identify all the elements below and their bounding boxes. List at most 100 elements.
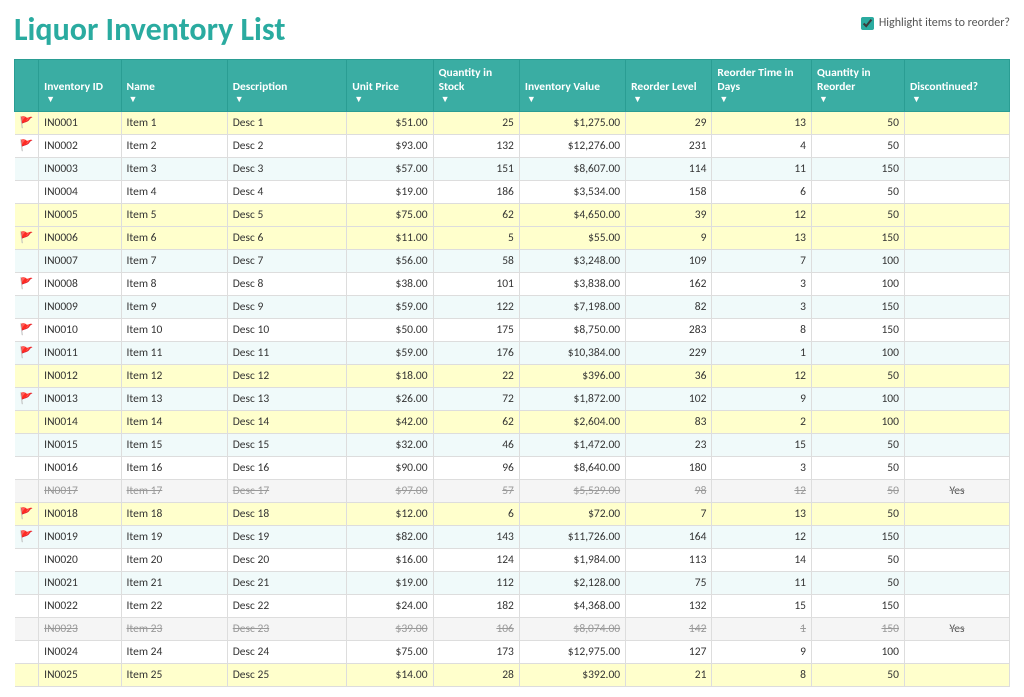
- table-cell: 3: [712, 296, 812, 319]
- table-cell: 100: [812, 342, 905, 365]
- table-cell: $1,872.00: [519, 388, 625, 411]
- th-name: Name ▼: [121, 60, 227, 112]
- table-cell: $57.00: [347, 158, 433, 181]
- inventory-table: Inventory ID ▼ Name ▼ Description ▼: [14, 59, 1010, 687]
- flag-cell: 🚩: [15, 526, 39, 549]
- table-cell: IN0005: [39, 204, 121, 227]
- th-unit-price: Unit Price ▼: [347, 60, 433, 112]
- table-cell: [904, 342, 1009, 365]
- filter-arrow-reorder-lvl[interactable]: ▼: [633, 94, 706, 105]
- table-cell: [904, 526, 1009, 549]
- table-cell: [904, 273, 1009, 296]
- table-cell: 158: [626, 181, 712, 204]
- table-cell: $75.00: [347, 204, 433, 227]
- flag-cell: [15, 595, 39, 618]
- table-row: IN0004Item 4Desc 4$19.00186$3,534.001586…: [15, 181, 1010, 204]
- table-row: IN0020Item 20Desc 20$16.00124$1,984.0011…: [15, 549, 1010, 572]
- table-row: IN0022Item 22Desc 22$24.00182$4,368.0013…: [15, 595, 1010, 618]
- flag-cell: 🚩: [15, 112, 39, 135]
- page-wrapper: Liquor Inventory List Highlight items to…: [0, 0, 1024, 697]
- table-cell: 50: [812, 457, 905, 480]
- table-cell: Item 11: [121, 342, 227, 365]
- table-cell: 12: [712, 365, 812, 388]
- table-row: 🚩IN0011Item 11Desc 11$59.00176$10,384.00…: [15, 342, 1010, 365]
- table-cell: [904, 388, 1009, 411]
- flag-cell: 🚩: [15, 273, 39, 296]
- table-cell: Item 15: [121, 434, 227, 457]
- flag-cell: [15, 158, 39, 181]
- table-cell: 150: [812, 526, 905, 549]
- flag-cell: [15, 641, 39, 664]
- filter-arrow-discontinued[interactable]: ▼: [912, 94, 1004, 105]
- table-cell: $50.00: [347, 319, 433, 342]
- filter-arrow-reorder-days[interactable]: ▼: [719, 94, 806, 105]
- th-qty-stock: Quantity in Stock ▼: [433, 60, 519, 112]
- table-cell: $75.00: [347, 641, 433, 664]
- table-cell: [904, 457, 1009, 480]
- table-cell: 50: [812, 572, 905, 595]
- table-cell: IN0018: [39, 503, 121, 526]
- table-cell: 13: [712, 112, 812, 135]
- table-cell: Desc 23: [227, 618, 347, 641]
- table-cell: 83: [626, 411, 712, 434]
- table-cell: 100: [812, 641, 905, 664]
- table-body: 🚩IN0001Item 1Desc 1$51.0025$1,275.002913…: [15, 112, 1010, 687]
- table-cell: 50: [812, 204, 905, 227]
- table-cell: 114: [626, 158, 712, 181]
- table-cell: 82: [626, 296, 712, 319]
- filter-arrow-qty-stock[interactable]: ▼: [441, 94, 514, 105]
- table-cell: 132: [626, 595, 712, 618]
- table-cell: $12,276.00: [519, 135, 625, 158]
- table-cell: Desc 24: [227, 641, 347, 664]
- table-cell: 3: [712, 273, 812, 296]
- table-cell: Item 10: [121, 319, 227, 342]
- table-cell: $39.00: [347, 618, 433, 641]
- table-row: IN0025Item 25Desc 25$14.0028$392.0021850: [15, 664, 1010, 687]
- flag-cell: 🚩: [15, 227, 39, 250]
- table-cell: 173: [433, 641, 519, 664]
- table-cell: 2: [712, 411, 812, 434]
- table-cell: Desc 1: [227, 112, 347, 135]
- table-cell: IN0024: [39, 641, 121, 664]
- highlight-label[interactable]: Highlight items to reorder?: [879, 16, 1010, 30]
- table-cell: 96: [433, 457, 519, 480]
- table-cell: 36: [626, 365, 712, 388]
- table-cell: IN0006: [39, 227, 121, 250]
- table-row: IN0023Item 23Desc 23$39.00106$8,074.0014…: [15, 618, 1010, 641]
- table-cell: 75: [626, 572, 712, 595]
- table-cell: 150: [812, 618, 905, 641]
- flag-cell: [15, 618, 39, 641]
- filter-arrow-id[interactable]: ▼: [46, 94, 115, 105]
- flag-icon: 🚩: [19, 323, 33, 336]
- filter-arrow-inv-value[interactable]: ▼: [527, 94, 620, 105]
- highlight-checkbox[interactable]: [861, 17, 874, 30]
- table-cell: Desc 2: [227, 135, 347, 158]
- table-cell: $90.00: [347, 457, 433, 480]
- table-cell: IN0009: [39, 296, 121, 319]
- table-cell: 28: [433, 664, 519, 687]
- table-cell: 12: [712, 204, 812, 227]
- table-cell: Desc 11: [227, 342, 347, 365]
- table-cell: 1: [712, 342, 812, 365]
- table-cell: $8,750.00: [519, 319, 625, 342]
- table-cell: $82.00: [347, 526, 433, 549]
- table-cell: IN0002: [39, 135, 121, 158]
- table-cell: 229: [626, 342, 712, 365]
- table-row: 🚩IN0008Item 8Desc 8$38.00101$3,838.00162…: [15, 273, 1010, 296]
- table-cell: 113: [626, 549, 712, 572]
- highlight-option: Highlight items to reorder?: [861, 16, 1010, 30]
- table-cell: 50: [812, 181, 905, 204]
- filter-arrow-desc[interactable]: ▼: [235, 94, 342, 105]
- table-cell: 98: [626, 480, 712, 503]
- filter-arrow-price[interactable]: ▼: [354, 94, 427, 105]
- table-cell: 7: [626, 503, 712, 526]
- table-cell: 29: [626, 112, 712, 135]
- flag-cell: [15, 572, 39, 595]
- table-cell: 62: [433, 411, 519, 434]
- table-cell: [904, 434, 1009, 457]
- table-cell: Item 25: [121, 664, 227, 687]
- filter-arrow-qty-reorder[interactable]: ▼: [819, 94, 899, 105]
- filter-arrow-name[interactable]: ▼: [129, 94, 222, 105]
- flag-cell: 🚩: [15, 319, 39, 342]
- table-cell: Item 22: [121, 595, 227, 618]
